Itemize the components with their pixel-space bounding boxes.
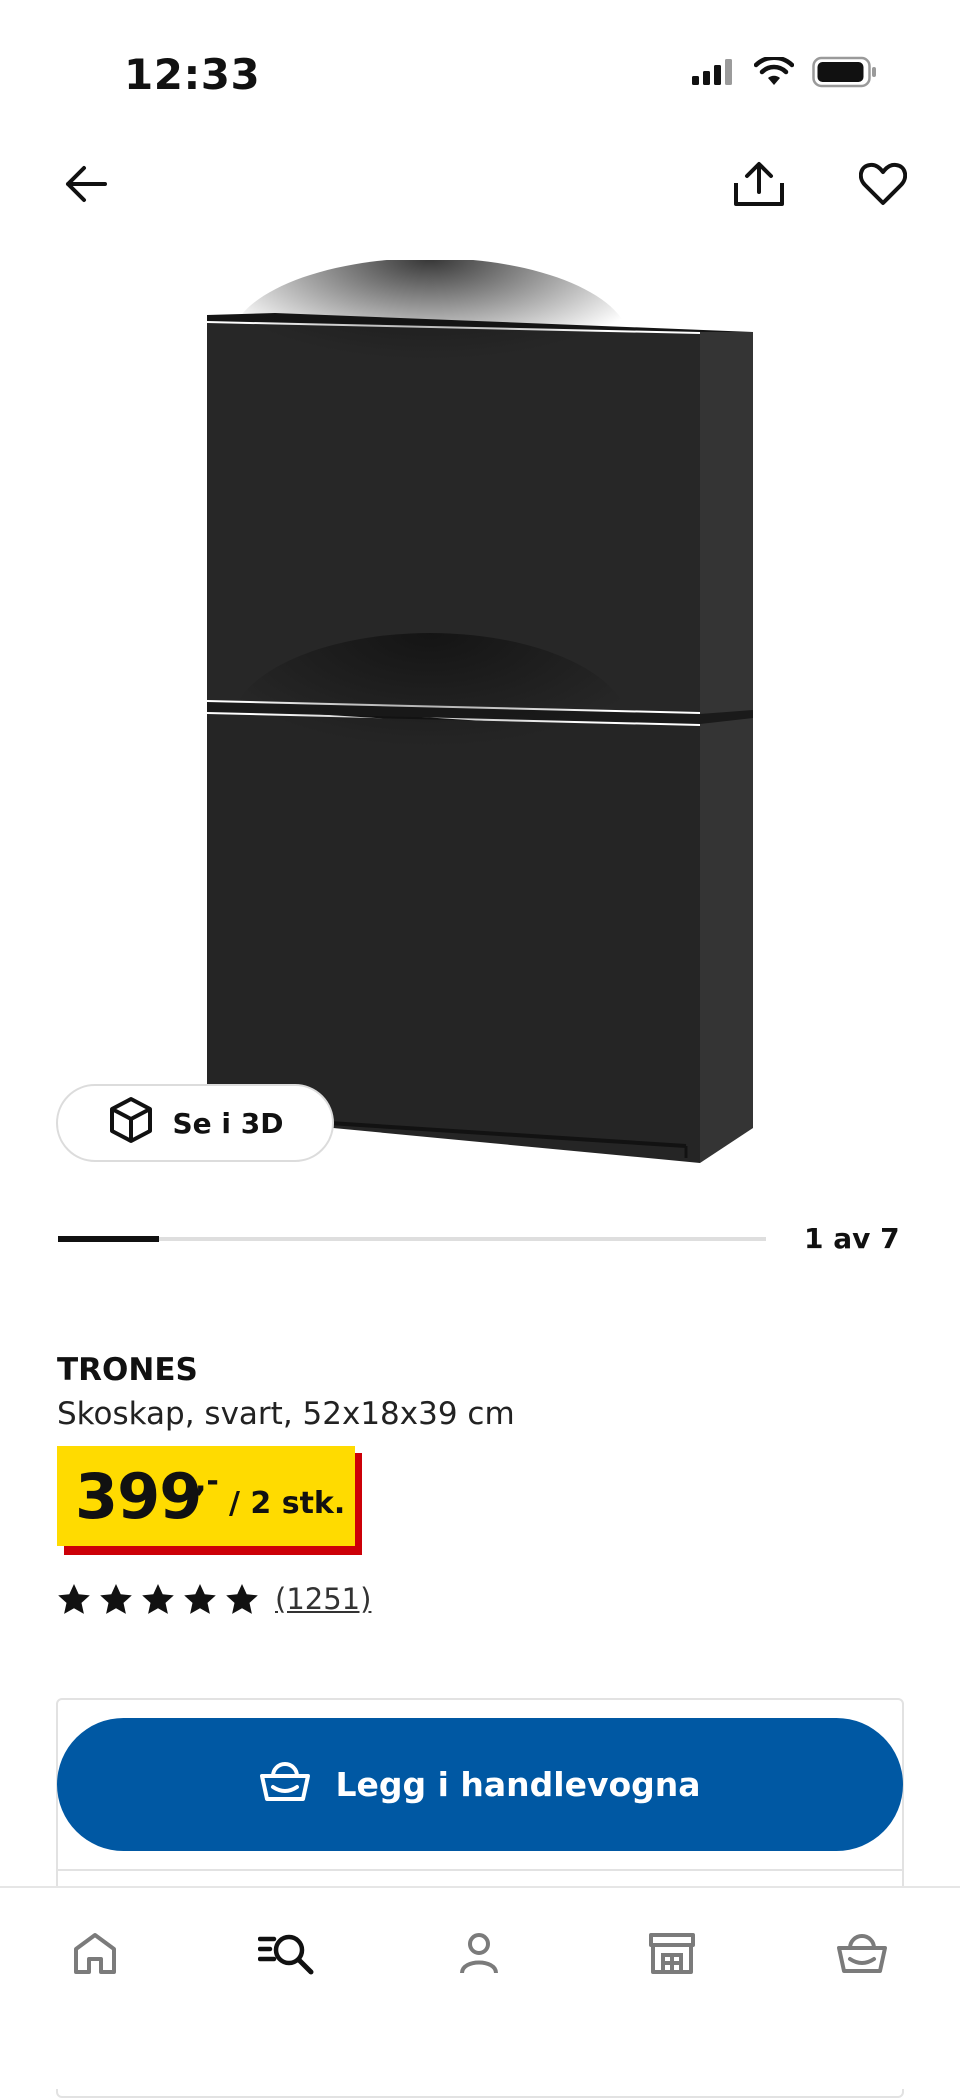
nav-search[interactable] [252, 1920, 322, 1990]
store-icon [647, 1931, 697, 1979]
status-time: 12:33 [124, 50, 261, 99]
star-icon [226, 1584, 258, 1614]
home-icon [72, 1931, 118, 1979]
add-to-cart-button[interactable]: Legg i handlevogna [57, 1718, 903, 1851]
heart-icon [858, 162, 908, 210]
nav-store[interactable] [637, 1920, 707, 1990]
nav-profile[interactable] [444, 1920, 514, 1990]
nav-basket[interactable] [827, 1920, 897, 1990]
star-icon [58, 1584, 90, 1614]
rating-stars [57, 1583, 259, 1615]
nav-home[interactable] [60, 1920, 130, 1990]
search-icon [257, 1931, 316, 1979]
cellular-signal-icon [692, 59, 736, 89]
card-divider [58, 1869, 902, 1871]
gallery-progress-fill [58, 1236, 160, 1242]
wifi-icon [753, 55, 795, 91]
profile-icon [457, 1931, 501, 1979]
star-icon [100, 1584, 132, 1614]
share-icon [733, 161, 785, 211]
product-description: Skoskap, svart, 52x18x39 cm [57, 1396, 515, 1432]
back-button[interactable] [51, 151, 121, 221]
price-tag-box: 399 ,- / 2 stk. [57, 1446, 355, 1546]
basket-icon [259, 1760, 311, 1810]
gallery-position-label: 1 av 7 [804, 1222, 900, 1255]
product-name[interactable]: TRONES [57, 1352, 198, 1388]
battery-icon [812, 56, 878, 92]
price-integer: 399 [75, 1460, 202, 1533]
favorite-button[interactable] [848, 151, 918, 221]
view-3d-button[interactable]: Se i 3D [56, 1084, 334, 1162]
price-unit: / 2 stk. [229, 1486, 346, 1521]
add-to-cart-label: Legg i handlevogna [335, 1765, 701, 1804]
review-count[interactable]: (1251) [275, 1582, 371, 1616]
gallery-progress-bar[interactable] [58, 1236, 766, 1242]
star-icon [142, 1584, 174, 1614]
rating[interactable]: (1251) [57, 1582, 371, 1616]
share-button[interactable] [724, 151, 794, 221]
basket-icon [836, 1932, 888, 1978]
star-icon [184, 1584, 216, 1614]
arrow-left-icon [64, 164, 108, 208]
bottom-navigation [0, 1886, 960, 2089]
cube-icon [107, 1096, 155, 1151]
status-icons [692, 55, 878, 92]
view-3d-label: Se i 3D [172, 1106, 284, 1140]
price-decimal: ,- [195, 1464, 219, 1499]
product-image[interactable] [0, 258, 960, 1190]
